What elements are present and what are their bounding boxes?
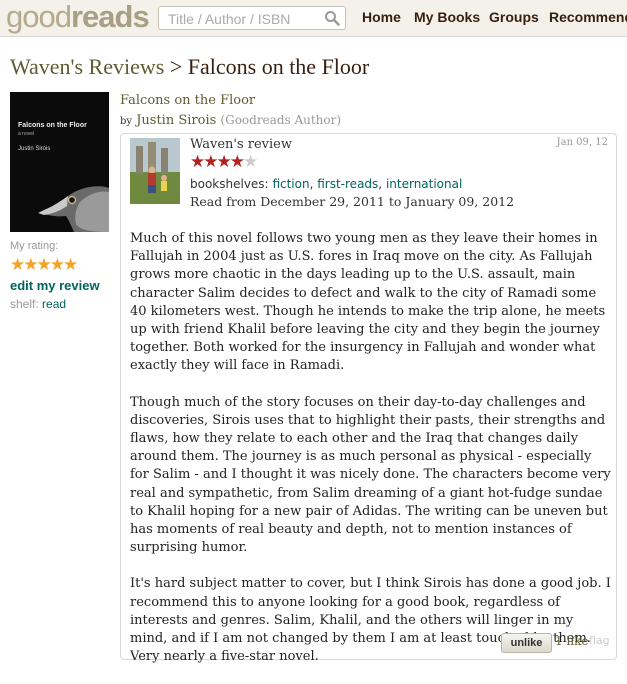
reviewer-avatar[interactable] <box>130 138 180 204</box>
shelf-international-link[interactable]: international <box>386 177 462 191</box>
search-box <box>158 6 346 30</box>
nav-my-books[interactable]: My Books <box>414 9 480 25</box>
review-card: Waven's review ★★★★★ Jan 09, 12 bookshel… <box>120 133 617 664</box>
shelf-fiction-link[interactable]: fiction <box>272 177 309 191</box>
author-role: (Goodreads Author) <box>220 113 342 127</box>
top-navigation-bar: goodreads Home My Books Groups Recommend <box>0 0 627 37</box>
search-icon[interactable] <box>324 10 340 26</box>
my-rating-stars[interactable]: ★★★★★ <box>10 256 78 274</box>
review-body: Much of this novel follows two young men… <box>130 230 612 684</box>
shelf-label: shelf: <box>10 297 39 311</box>
shelf-first-reads-link[interactable]: first-reads <box>317 177 378 191</box>
my-rating-label: My rating: <box>10 240 59 252</box>
bookshelves-label: bookshelves: <box>190 177 269 191</box>
by-label: by <box>120 116 133 127</box>
book-title-link[interactable]: Falcons on the Floor <box>120 93 255 108</box>
flag-link[interactable]: flag <box>589 634 610 647</box>
breadcrumb-reviews-link[interactable]: Waven's Reviews <box>10 54 164 79</box>
logo-text-good: good <box>6 0 72 34</box>
goodreads-logo[interactable]: goodreads <box>6 0 150 34</box>
book-cover[interactable]: Falcons on the Floor a novel Justin Siro… <box>10 92 109 232</box>
nav-groups[interactable]: Groups <box>489 9 539 25</box>
edit-my-review-link[interactable]: edit my review <box>10 278 100 293</box>
author-line: by Justin Sirois (Goodreads Author) <box>120 113 341 128</box>
page-title: Falcons on the Floor <box>187 54 370 79</box>
search-input[interactable] <box>166 10 320 28</box>
nav-recommend[interactable]: Recommend <box>549 9 627 25</box>
shelf-info: shelf: read <box>10 297 66 311</box>
stars-filled: ★★★★ <box>190 152 245 172</box>
likes-count-link[interactable]: 1 like <box>555 634 589 648</box>
avatar-photo <box>130 138 180 204</box>
shelf-value-link[interactable]: read <box>42 297 66 311</box>
nav-home[interactable]: Home <box>362 9 401 25</box>
read-dates: Read from December 29, 2011 to January 0… <box>190 194 515 209</box>
author-link[interactable]: Justin Sirois <box>136 113 216 128</box>
cover-subtitle: a novel <box>18 131 35 137</box>
cover-author: Justin Sirois <box>18 146 51 152</box>
review-date[interactable]: Jan 09, 12 <box>557 137 608 148</box>
logo-text-reads: reads <box>70 0 150 34</box>
unlike-button[interactable]: unlike <box>501 633 552 653</box>
cover-title: Falcons on the Floor <box>18 122 87 129</box>
page-heading: Waven's Reviews > Falcons on the Floor <box>10 54 369 80</box>
falcon-illustration <box>38 186 109 232</box>
review-rating-stars: ★★★★★ <box>190 152 258 172</box>
review-paragraph: Though much of the story focuses on thei… <box>130 394 611 556</box>
stars-empty: ★ <box>242 152 258 172</box>
review-paragraph: Much of this novel follows two young men… <box>130 231 606 374</box>
review-title[interactable]: Waven's review <box>190 137 292 152</box>
breadcrumb-separator: > <box>169 54 183 79</box>
bookshelves: bookshelves: fiction, first-reads, inter… <box>190 177 463 191</box>
